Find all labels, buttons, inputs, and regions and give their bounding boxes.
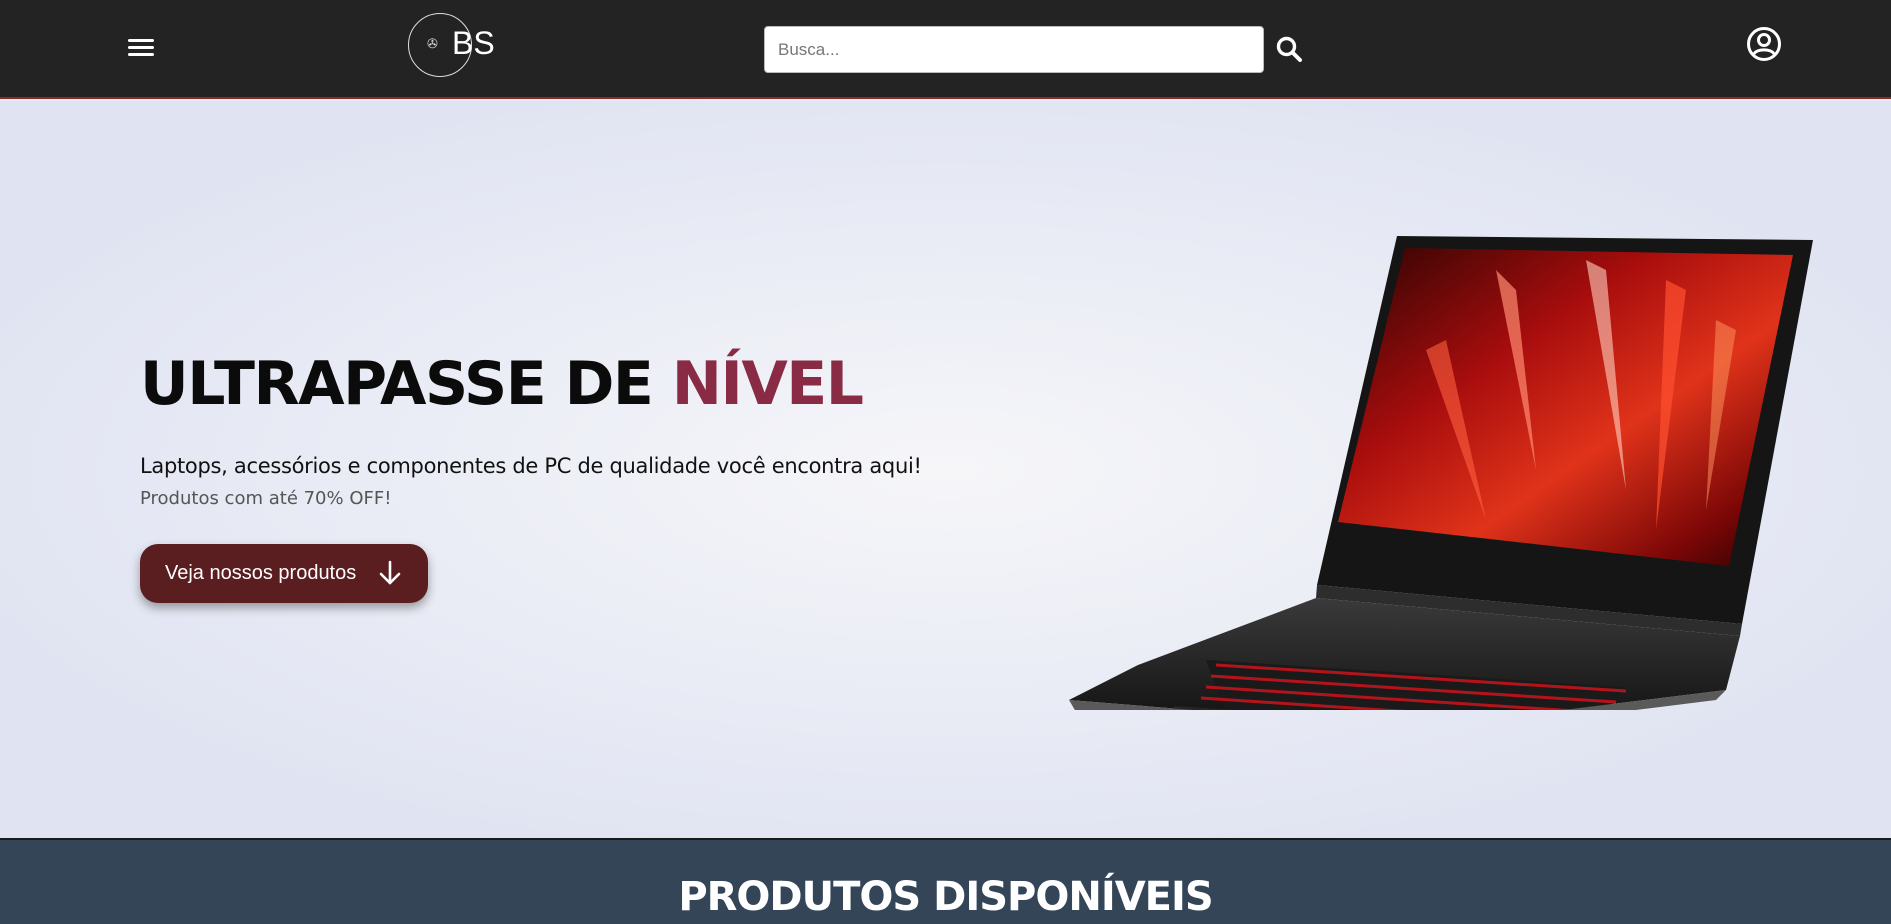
search-icon[interactable] — [1274, 34, 1304, 64]
search-input[interactable] — [764, 26, 1264, 73]
hamburger-menu-icon[interactable] — [128, 35, 156, 59]
hero-promo: Produtos com até 70% OFF! — [140, 488, 392, 509]
arrow-down-icon — [378, 560, 402, 586]
hero-title-main: ULTRAPASSE DE — [140, 349, 672, 419]
logo-text: BS — [452, 25, 495, 61]
site-logo[interactable]: ✇ BS — [408, 13, 495, 77]
products-section: PRODUTOS DISPONÍVEIS — [0, 838, 1891, 924]
products-section-title: PRODUTOS DISPONÍVEIS — [678, 874, 1213, 920]
view-products-button[interactable]: Veja nossos produtos — [140, 544, 428, 603]
top-navbar: ✇ BS — [0, 0, 1891, 99]
user-circle-icon[interactable] — [1746, 26, 1782, 62]
logo-mark: ✇ — [427, 37, 438, 52]
view-products-label: Veja nossos produtos — [165, 562, 357, 584]
hero-title: ULTRAPASSE DE NÍVEL — [140, 349, 864, 419]
hero-title-accent: NÍVEL — [671, 349, 864, 419]
hero-banner: ULTRAPASSE DE NÍVEL Laptops, acessórios … — [0, 101, 1891, 838]
hero-subtitle: Laptops, acessórios e componentes de PC … — [140, 454, 922, 478]
laptop-image — [1066, 230, 1822, 745]
